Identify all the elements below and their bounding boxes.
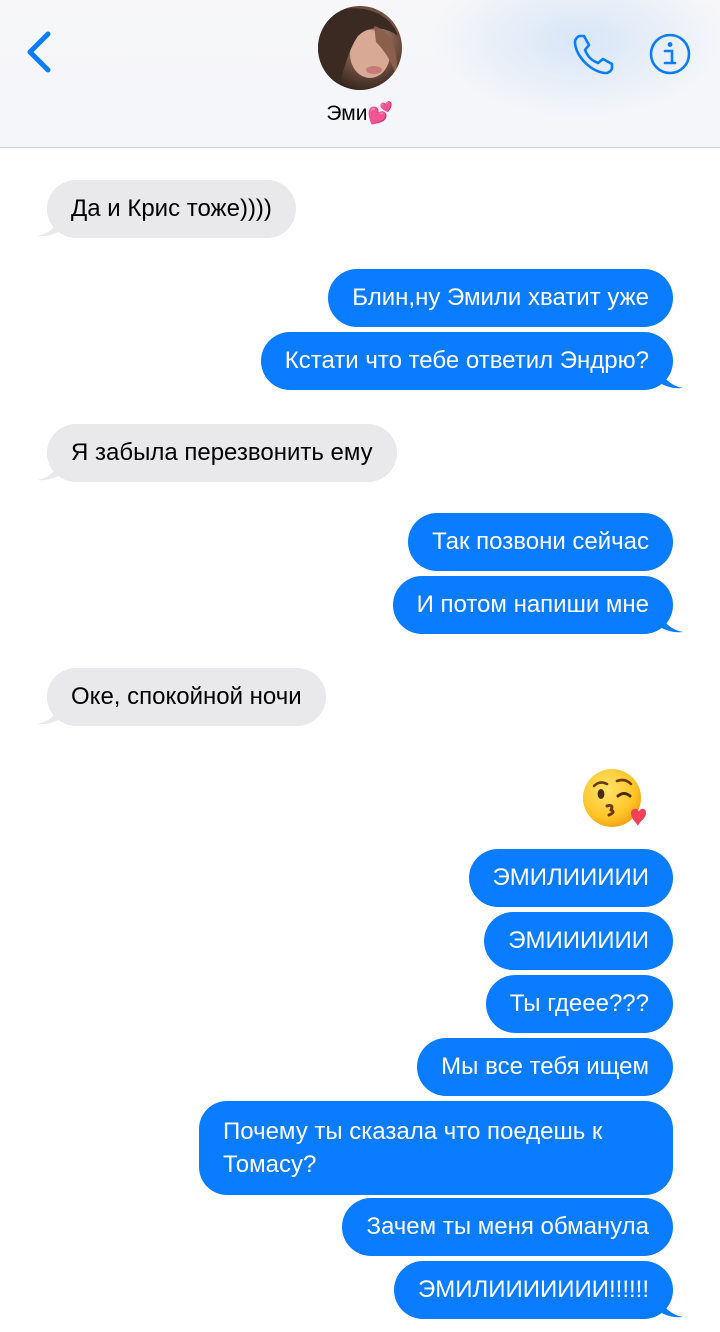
- bubble-tail: [659, 1297, 683, 1318]
- bubble-tail: [659, 612, 683, 633]
- back-button[interactable]: [18, 26, 62, 78]
- info-button[interactable]: [648, 32, 692, 76]
- outgoing-message[interactable]: Зачем ты меня обманула: [342, 1198, 673, 1256]
- incoming-message[interactable]: Да и Крис тоже)))): [47, 180, 296, 238]
- outgoing-message[interactable]: Ты гдеее???: [485, 975, 673, 1033]
- outgoing-message[interactable]: Мы все тебя ищем: [417, 1038, 673, 1096]
- chevron-left-icon: [27, 31, 51, 73]
- conversation-header: Эми💕: [0, 0, 720, 148]
- incoming-message[interactable]: Оке, спокойной ночи: [47, 668, 326, 726]
- outgoing-message[interactable]: И потом напиши мне: [392, 576, 673, 634]
- contact-name[interactable]: Эми💕: [290, 102, 430, 126]
- outgoing-message[interactable]: Так позвони сейчас: [408, 513, 673, 571]
- call-button[interactable]: [570, 30, 618, 78]
- outgoing-message[interactable]: Блин,ну Эмили хватит уже: [328, 269, 673, 327]
- phone-icon: [573, 34, 614, 75]
- outgoing-message[interactable]: ЭМИИИИИИ: [484, 912, 673, 970]
- incoming-message[interactable]: Я забыла перезвонить ему: [47, 424, 397, 482]
- bubble-tail: [659, 368, 683, 389]
- kissing-face-emoji-icon[interactable]: [581, 766, 647, 832]
- outgoing-message[interactable]: Почему ты сказала что поедешь к Томасу?: [199, 1101, 673, 1195]
- contact-photo: [318, 6, 402, 90]
- outgoing-message[interactable]: Кстати что тебе ответил Эндрю?: [260, 332, 673, 390]
- outgoing-message[interactable]: ЭМИЛИИИИИИИ!!!!!!: [394, 1261, 673, 1319]
- bubble-tail: [37, 460, 61, 481]
- info-icon: [649, 33, 691, 75]
- bubble-tail: [37, 216, 61, 237]
- avatar[interactable]: [318, 6, 402, 90]
- outgoing-message[interactable]: ЭМИЛИИИИИ: [468, 849, 673, 907]
- bubble-tail: [37, 704, 61, 725]
